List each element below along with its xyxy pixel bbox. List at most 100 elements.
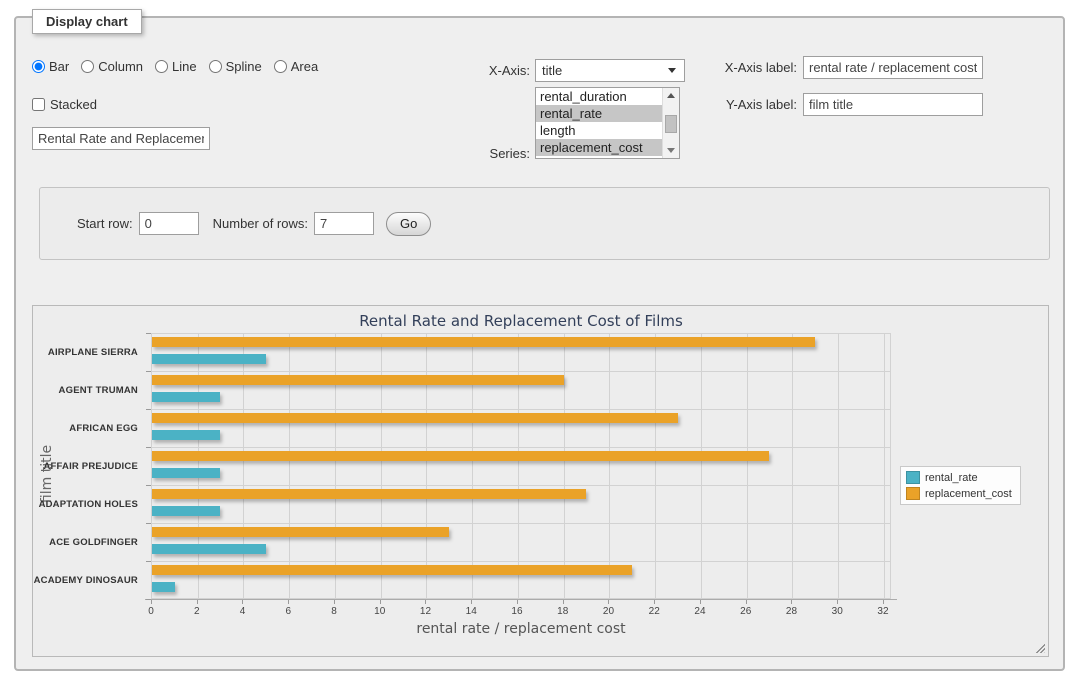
start-row-input[interactable]	[139, 212, 199, 235]
legend-label: rental_rate	[925, 472, 978, 484]
category-row	[152, 562, 890, 600]
series-option-rental_rate[interactable]: rental_rate	[536, 105, 662, 122]
x-tick-label: 22	[649, 606, 660, 617]
bar-rental_rate	[152, 392, 220, 402]
y-tick-mark	[146, 485, 151, 486]
bar-replacement_cost	[152, 375, 564, 385]
series-options: rental_durationrental_ratelengthreplacem…	[536, 88, 662, 158]
bar-replacement_cost	[152, 451, 769, 461]
category-row	[152, 524, 890, 562]
bar-rental_rate	[152, 354, 266, 364]
chart-title-input[interactable]	[32, 127, 210, 150]
x-tick-mark	[288, 600, 289, 604]
chart-type-label-column[interactable]: Column	[98, 59, 143, 74]
scroll-up-button[interactable]	[663, 88, 679, 103]
fieldset-legend: Display chart	[32, 9, 142, 34]
chart-type-radio-column[interactable]	[81, 60, 94, 73]
x-axis-select-label: X-Axis:	[456, 63, 530, 78]
scrollbar-thumb[interactable]	[665, 115, 677, 133]
y-axis-label-input[interactable]	[803, 93, 983, 116]
x-tick-label: 16	[511, 606, 522, 617]
category-row	[152, 372, 890, 410]
chart-type-radio-group: Bar Column Line Spline Area	[32, 59, 326, 74]
go-button[interactable]: Go	[386, 212, 431, 236]
x-tick-mark	[837, 600, 838, 604]
x-tick-mark	[425, 600, 426, 604]
x-tick-label: 0	[148, 606, 154, 617]
bar-rental_rate	[152, 430, 220, 440]
y-tick-mark	[146, 409, 151, 410]
x-tick-label: 12	[420, 606, 431, 617]
bar-replacement_cost	[152, 337, 815, 347]
x-axis-select[interactable]: title	[535, 59, 685, 82]
page: Display chart Bar Column Line Spline Area St…	[0, 0, 1081, 681]
legend-item-rental_rate: rental_rate	[906, 471, 1012, 484]
category-label: ADAPTATION HOLES	[33, 485, 145, 523]
series-multiselect[interactable]: rental_durationrental_ratelengthreplacem…	[535, 87, 680, 159]
y-tick-mark	[146, 599, 151, 600]
x-tick-label: 10	[374, 606, 385, 617]
x-axis-line	[145, 599, 897, 600]
category-labels: AIRPLANE SIERRAAGENT TRUMANAFRICAN EGGAF…	[33, 333, 145, 599]
bar-rental_rate	[152, 468, 220, 478]
chart-title: Rental Rate and Replacement Cost of Film…	[151, 312, 891, 330]
x-tick-mark	[151, 600, 152, 604]
series-option-replacement_cost[interactable]: replacement_cost	[536, 139, 662, 156]
x-tick-mark	[517, 600, 518, 604]
bar-replacement_cost	[152, 413, 678, 423]
x-tick-mark	[242, 600, 243, 604]
bar-rental_rate	[152, 544, 266, 554]
category-label: AFRICAN EGG	[33, 409, 145, 447]
x-axis-title: rental rate / replacement cost	[151, 621, 891, 637]
row-range-panel: Start row: Number of rows: Go	[39, 187, 1050, 260]
chart-type-radio-spline[interactable]	[209, 60, 222, 73]
x-tick-mark	[746, 600, 747, 604]
legend-label: replacement_cost	[925, 488, 1012, 500]
x-tick-mark	[654, 600, 655, 604]
chart-type-radio-bar[interactable]	[32, 60, 45, 73]
category-label: AGENT TRUMAN	[33, 371, 145, 409]
category-label: ACADEMY DINOSAUR	[33, 561, 145, 599]
scroll-down-icon	[667, 148, 675, 153]
x-tick-mark	[197, 600, 198, 604]
y-tick-mark	[146, 333, 151, 334]
chart-container: Rental Rate and Replacement Cost of Film…	[32, 305, 1049, 657]
category-label: AIRPLANE SIERRA	[33, 333, 145, 371]
chart-type-label-bar[interactable]: Bar	[49, 59, 69, 74]
x-tick-label: 8	[331, 606, 337, 617]
x-axis-label-input[interactable]	[803, 56, 983, 79]
y-tick-mark	[146, 523, 151, 524]
chart-type-radio-line[interactable]	[155, 60, 168, 73]
x-tick-label: 30	[832, 606, 843, 617]
chart-type-label-line[interactable]: Line	[172, 59, 197, 74]
chart-type-label-area[interactable]: Area	[291, 59, 318, 74]
x-tick-mark	[791, 600, 792, 604]
x-tick-mark	[608, 600, 609, 604]
x-tick-label: 4	[240, 606, 246, 617]
x-tick-mark	[334, 600, 335, 604]
display-chart-fieldset: Display chart BarColumnLineSplineArea St…	[14, 16, 1065, 671]
chart-type-radio-area[interactable]	[274, 60, 287, 73]
bar-replacement_cost	[152, 489, 586, 499]
category-row	[152, 448, 890, 486]
stacked-checkbox[interactable]	[32, 98, 45, 111]
x-tick-label: 32	[877, 606, 888, 617]
series-option-length[interactable]: length	[536, 122, 662, 139]
x-tick-label: 26	[740, 606, 751, 617]
legend-swatch-icon	[906, 471, 920, 484]
x-tick-mark	[563, 600, 564, 604]
x-tick-mark	[883, 600, 884, 604]
scrollbar-track[interactable]	[663, 103, 679, 143]
series-option-rental_duration[interactable]: rental_duration	[536, 88, 662, 105]
scroll-down-button[interactable]	[663, 143, 679, 158]
x-axis-selected-value: title	[542, 63, 562, 78]
num-rows-input[interactable]	[314, 212, 374, 235]
y-tick-mark	[146, 371, 151, 372]
x-tick-label: 18	[557, 606, 568, 617]
chart-type-label-spline[interactable]: Spline	[226, 59, 262, 74]
category-row	[152, 410, 890, 448]
y-tick-mark	[146, 561, 151, 562]
resize-handle-icon[interactable]	[1034, 642, 1045, 653]
x-tick-mark	[700, 600, 701, 604]
series-scrollbar[interactable]	[662, 88, 679, 158]
